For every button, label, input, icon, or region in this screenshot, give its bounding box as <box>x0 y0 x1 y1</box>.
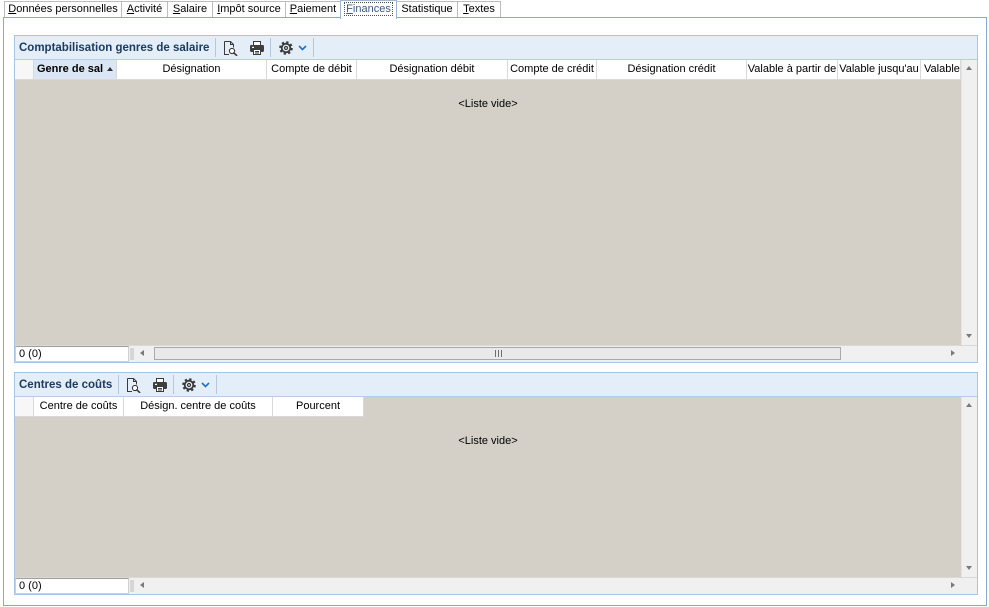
gear-icon <box>279 40 293 55</box>
column-header-compte-debit[interactable]: Compte de débit <box>267 60 357 80</box>
salary-accounting-group: Comptabilisation genres de salaire <List… <box>14 35 978 363</box>
status-splitter-handle[interactable] <box>130 580 134 592</box>
row-selector-header[interactable] <box>15 397 34 417</box>
cost-centers-title: Centres de coûts <box>19 378 113 391</box>
employee-finances-window: Données personnelles Activité Salaire Im… <box>0 0 989 607</box>
chevron-down-icon <box>298 44 307 51</box>
column-header-valable-jusquau[interactable]: Valable jusqu'au <box>838 60 921 80</box>
record-count: 0 (0) <box>15 578 129 594</box>
tab-finances[interactable]: Finances <box>340 0 397 19</box>
scroll-down-button[interactable] <box>962 560 977 577</box>
tab-donnees-personnelles[interactable]: Données personnelles <box>4 1 122 17</box>
status-splitter-handle[interactable] <box>130 348 134 360</box>
column-header-genre-de-salaire[interactable]: Genre de sal <box>34 60 117 80</box>
toolbar-separator <box>216 375 218 394</box>
vertical-scrollbar[interactable] <box>961 397 977 577</box>
cost-centers-group: Centres de coûts <Liste vide> Centre de … <box>14 372 978 595</box>
column-header-valable[interactable]: Valable <box>921 60 961 80</box>
chevron-down-icon <box>201 381 210 388</box>
list-status-bar: 0 (0) <box>15 577 977 594</box>
horizontal-scrollbar[interactable] <box>135 346 961 362</box>
scrollbar-corner <box>961 346 977 362</box>
column-header-designation-debit[interactable]: Désignation débit <box>357 60 508 80</box>
print-preview-icon <box>223 40 238 56</box>
scrollbar-corner <box>961 578 977 594</box>
tab-textes[interactable]: Textes <box>457 1 501 17</box>
column-header-pourcent[interactable]: Pourcent <box>273 397 364 417</box>
print-button[interactable] <box>146 374 173 396</box>
column-header-centre-de-couts[interactable]: Centre de coûts <box>34 397 124 417</box>
print-preview-button[interactable] <box>216 37 243 59</box>
toolbar-separator <box>313 38 315 57</box>
printer-icon <box>152 377 167 392</box>
tab-statistique[interactable]: Statistique <box>396 1 458 17</box>
column-header-designation[interactable]: Désignation <box>117 60 267 80</box>
column-header-designation-credit[interactable]: Désignation crédit <box>597 60 747 80</box>
scroll-right-button[interactable] <box>945 578 961 594</box>
settings-menu-button[interactable] <box>271 37 313 59</box>
printer-icon <box>249 40 264 55</box>
gear-icon <box>182 377 196 392</box>
cost-centers-list: <Liste vide> <box>15 397 961 577</box>
tab-paiement[interactable]: Paiement <box>285 1 341 17</box>
scroll-up-button[interactable] <box>962 60 977 77</box>
salary-accounting-list: <Liste vide> <box>15 60 961 345</box>
scroll-right-button[interactable] <box>945 346 961 362</box>
empty-list-text: <Liste vide> <box>458 98 518 110</box>
salary-accounting-header: Comptabilisation genres de salaire <box>15 36 977 60</box>
cost-centers-header: Centres de coûts <box>15 373 977 397</box>
tab-activite[interactable]: Activité <box>121 1 168 17</box>
horizontal-scroll-thumb[interactable] <box>154 347 841 360</box>
tab-finances-label: Finances <box>344 2 393 16</box>
column-header-designation-centre-de-couts[interactable]: Désign. centre de coûts <box>124 397 273 417</box>
horizontal-scrollbar[interactable] <box>135 578 961 594</box>
scroll-down-button[interactable] <box>962 328 977 345</box>
sort-ascending-icon <box>107 67 113 71</box>
scroll-up-button[interactable] <box>962 397 977 414</box>
scroll-thumb-grip <box>494 350 502 357</box>
scroll-left-button[interactable] <box>135 578 151 594</box>
settings-menu-button[interactable] <box>174 374 216 396</box>
tab-salaire[interactable]: Salaire <box>167 1 213 17</box>
empty-list-text: <Liste vide> <box>458 435 518 447</box>
row-selector-header[interactable] <box>15 60 34 80</box>
salary-accounting-title: Comptabilisation genres de salaire <box>19 41 210 54</box>
column-header-valable-a-partir-de[interactable]: Valable à partir de <box>747 60 838 80</box>
tab-impot-source[interactable]: Impôt source <box>212 1 286 17</box>
print-button[interactable] <box>243 37 270 59</box>
vertical-scrollbar[interactable] <box>961 60 977 345</box>
scroll-left-button[interactable] <box>135 346 151 362</box>
column-header-label: Genre de sal <box>37 63 104 75</box>
print-preview-button[interactable] <box>119 374 146 396</box>
list-status-bar: 0 (0) <box>15 345 977 362</box>
print-preview-icon <box>126 377 141 393</box>
record-count: 0 (0) <box>15 346 129 362</box>
column-header-compte-credit[interactable]: Compte de crédit <box>508 60 597 80</box>
